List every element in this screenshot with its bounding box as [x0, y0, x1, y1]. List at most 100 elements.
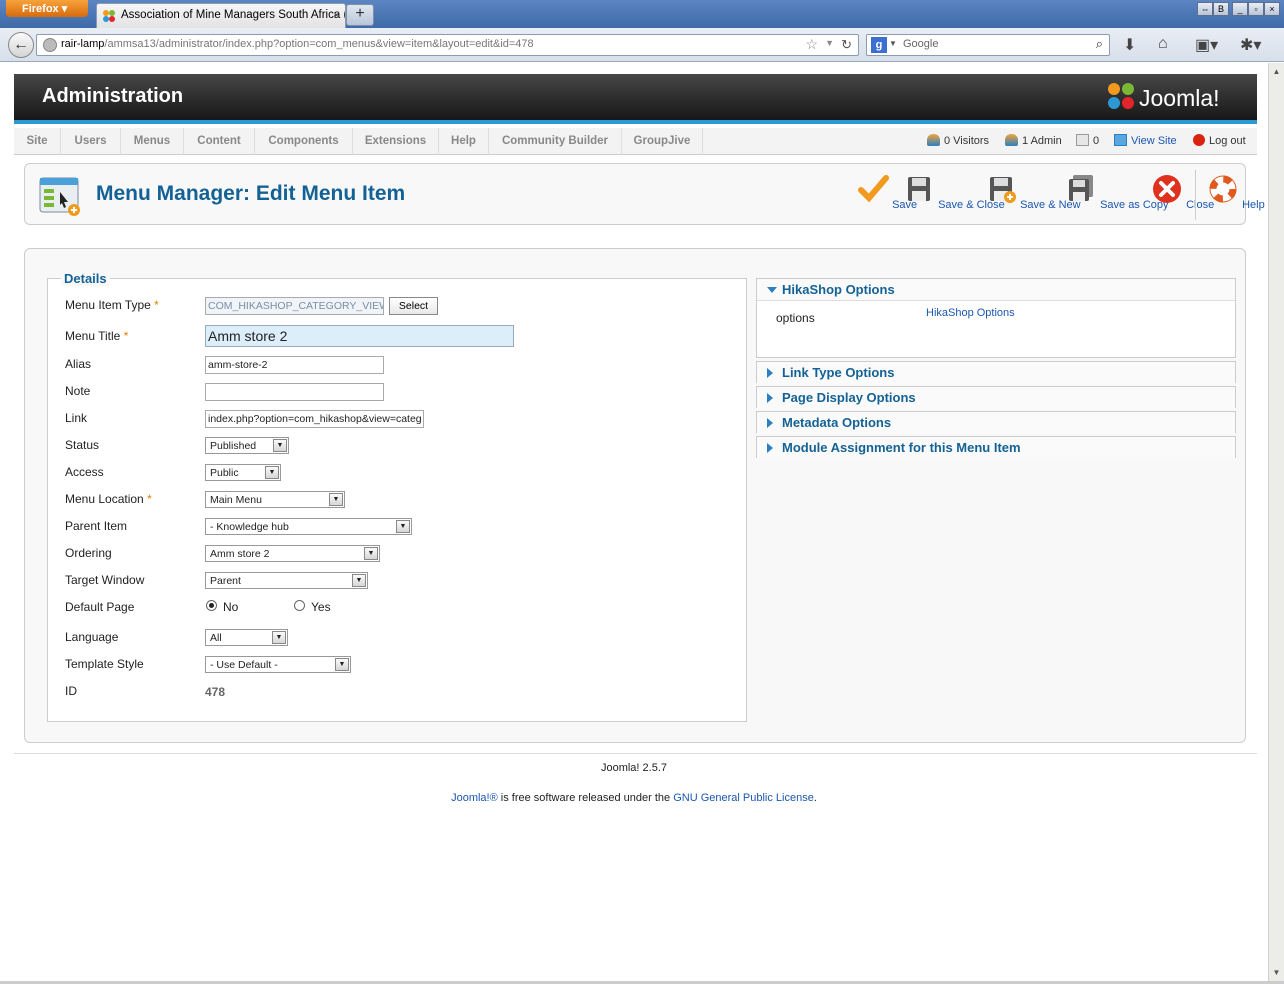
- bookmark-star-icon[interactable]: ☆: [805, 36, 818, 53]
- menu-title-input[interactable]: Amm store 2: [205, 325, 514, 347]
- floppy-disk-icon: [908, 177, 930, 201]
- metadata-options-panel[interactable]: Metadata Options: [756, 411, 1236, 434]
- admin-status: 1 Admin: [1005, 134, 1062, 147]
- link-type-options-header[interactable]: Link Type Options: [757, 362, 1235, 384]
- module-assignment-header[interactable]: Module Assignment for this Menu Item: [757, 437, 1235, 459]
- logout-label: Log out: [1209, 135, 1246, 147]
- visitors-icon: [927, 134, 940, 146]
- search-bar[interactable]: g ▼ Google ⌕: [866, 34, 1110, 56]
- messages-status[interactable]: 0: [1076, 134, 1099, 147]
- language-label: Language: [65, 630, 119, 644]
- gpl-link[interactable]: GNU General Public License: [673, 792, 814, 804]
- note-input[interactable]: [205, 383, 384, 401]
- page-display-options-panel[interactable]: Page Display Options: [756, 386, 1236, 409]
- page-title: Menu Manager: Edit Menu Item: [96, 182, 406, 205]
- details-fieldset: Details Menu Item Type * COM_HIKASHOP_CA…: [47, 271, 747, 722]
- search-engine-dropdown-icon[interactable]: ▼: [889, 39, 897, 48]
- scroll-up-icon[interactable]: ▲: [1270, 64, 1283, 79]
- admin-count: 1 Admin: [1022, 135, 1062, 147]
- url-dropdown-icon[interactable]: ▼: [825, 38, 834, 48]
- required-star: *: [154, 298, 159, 312]
- close-tab-icon[interactable]: ×: [333, 8, 340, 22]
- template-style-select[interactable]: - Use Default - ▼: [205, 656, 351, 673]
- ordering-label: Ordering: [65, 546, 112, 560]
- lifebuoy-help-icon: [1209, 175, 1237, 203]
- maximize-icon[interactable]: ▫: [1248, 2, 1264, 16]
- close-window-icon[interactable]: ×: [1264, 2, 1280, 16]
- checkmark-icon: [858, 175, 889, 203]
- access-select-value: Public: [210, 467, 239, 479]
- menu-help[interactable]: Help: [439, 128, 489, 155]
- select-type-button[interactable]: Select: [389, 297, 438, 315]
- collapsed-arrow-icon: [767, 393, 773, 403]
- window-pin-icon[interactable]: B: [1213, 2, 1229, 16]
- joomla-link[interactable]: Joomla!®: [451, 792, 498, 804]
- menu-groupjive[interactable]: GroupJive: [622, 128, 703, 155]
- scroll-down-icon[interactable]: ▼: [1270, 965, 1283, 980]
- help-button[interactable]: Help: [1207, 174, 1265, 211]
- default-page-no-radio[interactable]: [206, 600, 217, 611]
- menu-community-builder[interactable]: Community Builder: [489, 128, 622, 155]
- target-window-select[interactable]: Parent ▼: [205, 572, 368, 589]
- vertical-scrollbar[interactable]: ▲ ▼: [1268, 63, 1284, 981]
- admin-title: Administration: [42, 85, 184, 107]
- page-display-options-header[interactable]: Page Display Options: [757, 387, 1235, 409]
- new-tab-button[interactable]: +: [346, 4, 374, 26]
- chevron-down-icon: ▼: [272, 631, 286, 644]
- menu-item-type-label: Menu Item Type *: [65, 298, 159, 312]
- addon-icon[interactable]: ✱▾: [1240, 35, 1261, 55]
- back-button[interactable]: ←: [8, 32, 34, 58]
- downloads-icon[interactable]: ⬇: [1123, 35, 1136, 55]
- menu-content[interactable]: Content: [184, 128, 255, 155]
- view-site-link[interactable]: View Site: [1114, 134, 1177, 147]
- module-assignment-panel[interactable]: Module Assignment for this Menu Item: [756, 436, 1236, 459]
- alias-input[interactable]: amm-store-2: [205, 356, 384, 374]
- metadata-options-header[interactable]: Metadata Options: [757, 412, 1235, 434]
- logout-link[interactable]: Log out: [1193, 134, 1246, 147]
- menu-title-label: Menu Title *: [65, 329, 129, 343]
- link-type-options-panel[interactable]: Link Type Options: [756, 361, 1236, 384]
- hikashop-options-link[interactable]: HikaShop Options: [926, 307, 1015, 319]
- menu-components[interactable]: Components: [255, 128, 353, 155]
- menu-manager-icon: [39, 177, 80, 216]
- save-close-button[interactable]: Save & Close: [903, 174, 1005, 211]
- menu-location-select[interactable]: Main Menu ▼: [205, 491, 345, 508]
- google-icon[interactable]: g: [871, 37, 887, 53]
- access-select[interactable]: Public ▼: [205, 464, 281, 481]
- menu-site[interactable]: Site: [14, 128, 61, 155]
- status-select[interactable]: Published ▼: [205, 437, 289, 454]
- logout-icon: [1193, 134, 1205, 146]
- browser-tab[interactable]: Association of Mine Managers South Afric…: [96, 3, 346, 28]
- default-page-yes-radio[interactable]: [294, 600, 305, 611]
- menu-extensions[interactable]: Extensions: [353, 128, 439, 155]
- bookmarks-icon[interactable]: ▣▾: [1195, 35, 1218, 55]
- collapsed-arrow-icon: [767, 368, 773, 378]
- chevron-down-icon: ▼: [265, 466, 279, 479]
- link-input[interactable]: index.php?option=com_hikashop&view=categ: [205, 410, 424, 428]
- chevron-down-icon: ▼: [273, 439, 287, 452]
- firefox-menu-button[interactable]: Firefox ▾: [6, 0, 88, 17]
- menu-location-value: Main Menu: [210, 494, 262, 506]
- page-viewport: Administration Joomla! Site Users Menus …: [0, 63, 1268, 981]
- menu-menus[interactable]: Menus: [121, 128, 184, 155]
- reload-icon[interactable]: ↻: [841, 37, 852, 53]
- save-as-copy-button[interactable]: Save as Copy: [1065, 174, 1169, 211]
- ordering-select[interactable]: Amm store 2 ▼: [205, 545, 380, 562]
- window-restore-small-icon[interactable]: ⇔: [1197, 2, 1213, 16]
- minimize-icon[interactable]: _: [1232, 2, 1248, 16]
- parent-item-select[interactable]: - Knowledge hub ▼: [205, 518, 412, 535]
- search-icon[interactable]: ⌕: [1096, 36, 1103, 52]
- save-new-button[interactable]: Save & New: [985, 174, 1081, 211]
- close-button[interactable]: Close: [1151, 174, 1214, 211]
- close-icon: [1153, 175, 1181, 203]
- required-star: *: [123, 329, 129, 343]
- address-bar[interactable]: rair-lamp/ammsa13/administrator/index.ph…: [36, 34, 859, 56]
- hikashop-options-header[interactable]: HikaShop Options: [757, 279, 1235, 301]
- save-button[interactable]: Save: [857, 174, 917, 211]
- home-icon[interactable]: ⌂: [1158, 35, 1168, 53]
- template-style-label: Template Style: [65, 657, 144, 671]
- menu-users[interactable]: Users: [61, 128, 121, 155]
- language-select[interactable]: All ▼: [205, 629, 288, 646]
- toolbar-separator: [1195, 170, 1196, 220]
- menu-item-type-field[interactable]: COM_HIKASHOP_CATEGORY_VIEW: [205, 297, 384, 315]
